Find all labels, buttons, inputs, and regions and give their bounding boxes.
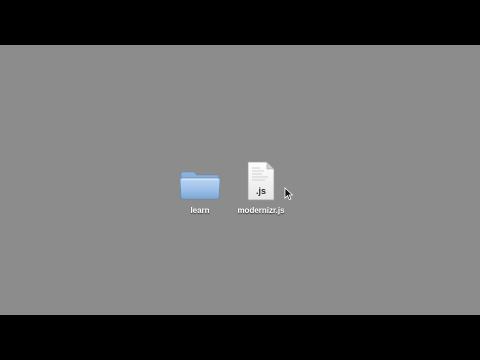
video-frame: learn .js modernizr.js bbox=[0, 0, 480, 360]
desktop-item-label: modernizr.js bbox=[237, 206, 285, 215]
desktop[interactable]: learn .js modernizr.js bbox=[0, 45, 480, 315]
desktop-item-modernizr-js-file[interactable]: .js modernizr.js bbox=[230, 161, 292, 215]
desktop-item-label: learn bbox=[190, 206, 210, 215]
js-file-icon: .js bbox=[239, 161, 283, 201]
desktop-item-learn-folder[interactable]: learn bbox=[170, 161, 230, 215]
folder-icon bbox=[178, 161, 222, 201]
js-badge: .js bbox=[256, 186, 266, 196]
arrow-cursor-icon bbox=[284, 187, 294, 201]
